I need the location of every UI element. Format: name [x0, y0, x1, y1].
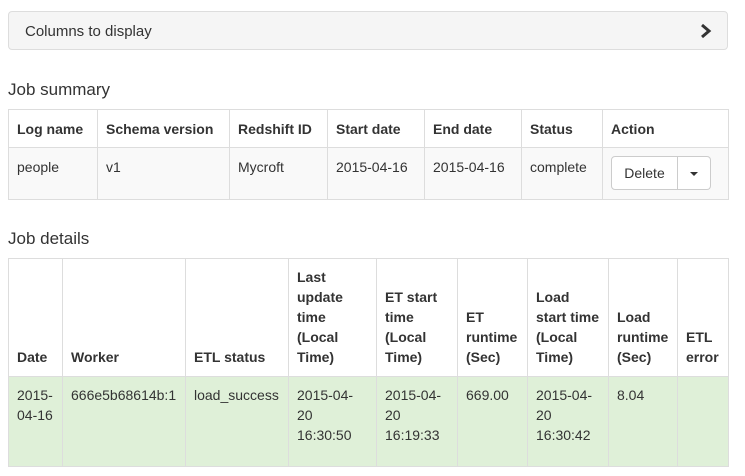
- col-header: ET start time (Local Time): [376, 258, 458, 377]
- col-header: Schema version: [97, 109, 230, 148]
- job-details-table: Date Worker ETL status Last update time …: [8, 258, 729, 467]
- col-header: Worker: [62, 258, 186, 377]
- et-start-cell: 2015-04-20 16:19:33: [376, 376, 458, 467]
- job-summary-table: Log name Schema version Redshift ID Star…: [8, 109, 729, 200]
- load-start-cell: 2015-04-20 16:30:42: [527, 376, 609, 467]
- action-dropdown-button[interactable]: [678, 156, 711, 190]
- redshift-id-cell: Mycroft: [229, 147, 328, 200]
- panel-title: Columns to display: [25, 23, 152, 40]
- caret-down-icon: [690, 172, 698, 176]
- col-header: Action: [602, 109, 729, 148]
- table-row: people v1 Mycroft 2015-04-16 2015-04-16 …: [8, 147, 729, 200]
- col-header: Start date: [327, 109, 425, 148]
- schema-version-cell: v1: [97, 147, 230, 200]
- et-runtime-cell: 669.00: [457, 376, 528, 467]
- table-header-row: Log name Schema version Redshift ID Star…: [8, 109, 729, 148]
- col-header: End date: [424, 109, 522, 148]
- start-date-cell: 2015-04-16: [327, 147, 425, 200]
- table-row: 2015-04-16 666e5b68614b:1 load_success 2…: [8, 376, 729, 467]
- chevron-right-icon[interactable]: [699, 23, 713, 39]
- job-details-heading: Job details: [8, 229, 90, 248]
- col-header: Redshift ID: [229, 109, 328, 148]
- date-cell: 2015-04-16: [8, 376, 63, 467]
- table-header-row: Date Worker ETL status Last update time …: [8, 258, 729, 377]
- col-header: Status: [521, 109, 603, 148]
- col-header: Date: [8, 258, 63, 377]
- col-header: Load start time (Local Time): [527, 258, 609, 377]
- last-update-cell: 2015-04-20 16:30:50: [288, 376, 377, 467]
- job-summary-heading: Job summary: [8, 80, 111, 99]
- col-header: ET runtime (Sec): [457, 258, 528, 377]
- action-cell: Delete: [602, 147, 729, 200]
- delete-button[interactable]: Delete: [611, 156, 678, 190]
- action-button-group: Delete: [611, 156, 720, 190]
- col-header: ETL status: [185, 258, 289, 377]
- load-runtime-cell: 8.04: [608, 376, 678, 467]
- col-header: ETL error: [677, 258, 729, 377]
- worker-cell: 666e5b68614b:1: [62, 376, 186, 467]
- etl-error-cell: [677, 376, 729, 467]
- col-header: Log name: [8, 109, 98, 148]
- log-name-cell: people: [8, 147, 98, 200]
- status-cell: complete: [521, 147, 603, 200]
- end-date-cell: 2015-04-16: [424, 147, 522, 200]
- columns-to-display-panel[interactable]: Columns to display: [8, 11, 728, 50]
- col-header: Load runtime (Sec): [608, 258, 678, 377]
- etl-status-cell: load_success: [185, 376, 289, 467]
- col-header: Last update time (Local Time): [288, 258, 377, 377]
